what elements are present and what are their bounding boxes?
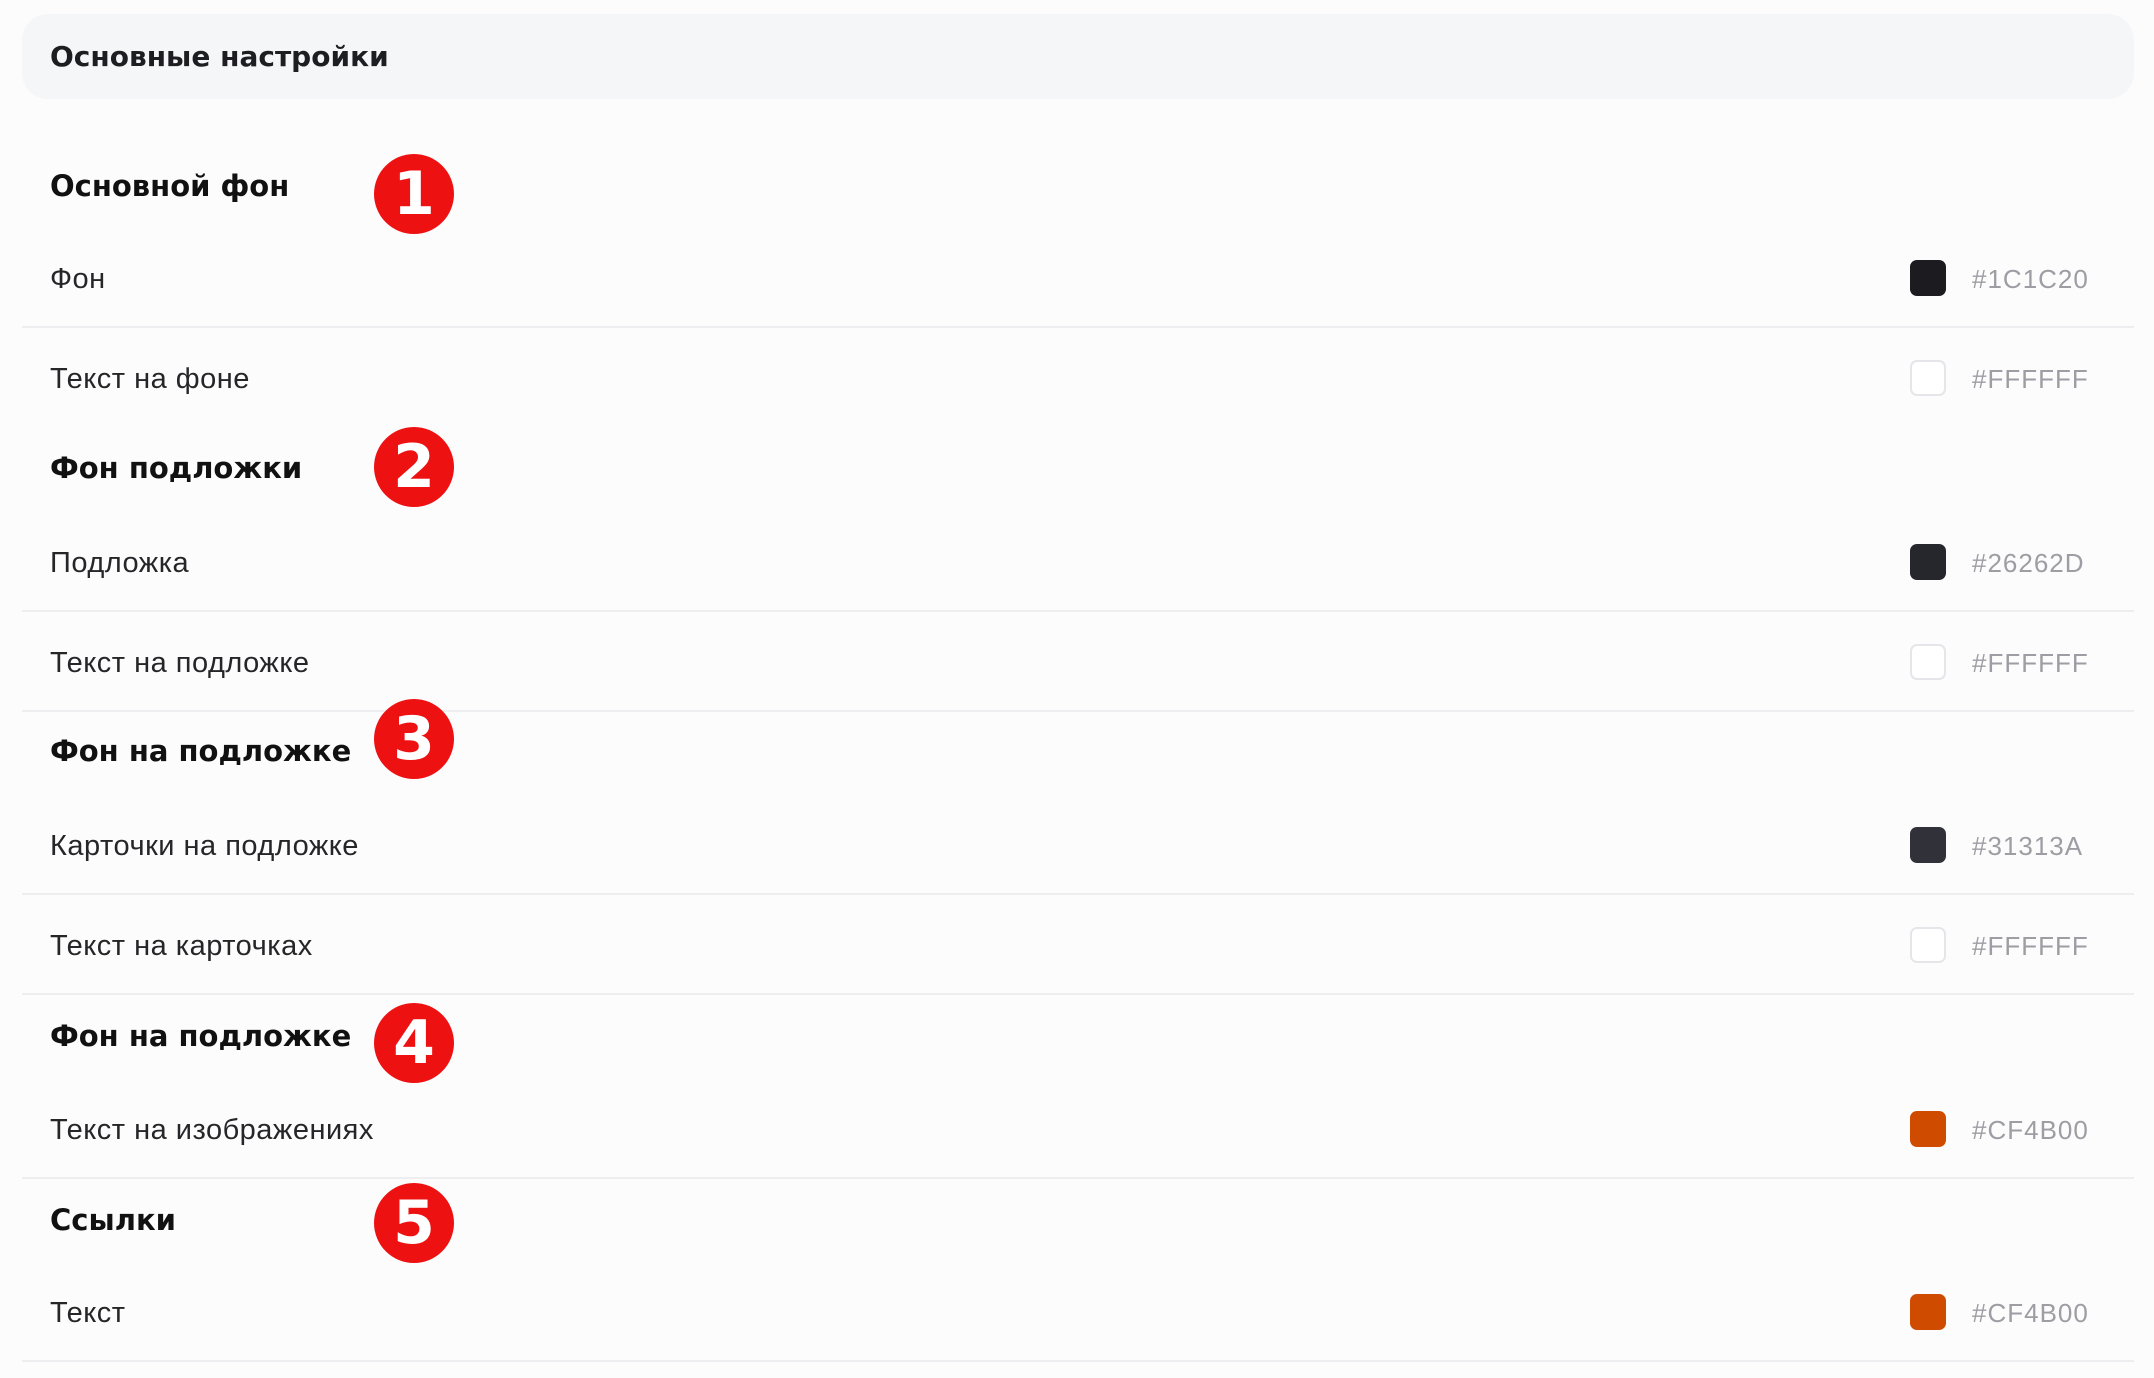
color-swatch[interactable] <box>1910 1294 1946 1330</box>
color-hex-value[interactable]: #FFFFFF <box>1972 614 2089 712</box>
color-row-label: Текст <box>50 1296 126 1329</box>
color-row-text-on-images[interactable]: Текст на изображениях #CF4B00 <box>22 1081 2134 1179</box>
color-swatch[interactable] <box>1910 544 1946 580</box>
annotation-badge-1: 1 <box>374 154 454 234</box>
annotation-badge-2: 2 <box>374 427 454 507</box>
color-swatch[interactable] <box>1910 644 1946 680</box>
color-row-text-on-substrate[interactable]: Текст на подложке #FFFFFF <box>22 614 2134 712</box>
color-swatch[interactable] <box>1910 360 1946 396</box>
color-row-label: Фон <box>50 262 106 295</box>
section-title-images-background: Фон на подложке <box>50 1019 352 1053</box>
color-hex-value[interactable]: #26262D <box>1972 514 2085 612</box>
annotation-badge-5: 5 <box>374 1183 454 1263</box>
color-row-label: Текст на фоне <box>50 362 250 395</box>
color-row-label: Карточки на подложке <box>50 829 359 862</box>
color-row-label: Текст на изображениях <box>50 1113 374 1146</box>
color-swatch[interactable] <box>1910 260 1946 296</box>
color-row-label: Текст на подложке <box>50 646 310 679</box>
settings-panel-header[interactable]: Основные настройки <box>22 14 2134 99</box>
color-hex-value[interactable]: #FFFFFF <box>1972 330 2089 428</box>
section-title-substrate-background: Фон подложки <box>50 451 303 485</box>
color-row-label: Текст на карточках <box>50 929 313 962</box>
color-row-background[interactable]: Фон #1C1C20 <box>22 230 2134 328</box>
color-hex-value[interactable]: #FFFFFF <box>1972 897 2089 995</box>
annotation-badge-3: 3 <box>374 699 454 779</box>
color-row-link-text[interactable]: Текст #CF4B00 <box>22 1264 2134 1362</box>
section-title-links: Ссылки <box>50 1203 176 1237</box>
color-hex-value[interactable]: #31313A <box>1972 797 2083 895</box>
color-row-cards-on-substrate[interactable]: Карточки на подложке #31313A <box>22 797 2134 895</box>
color-hex-value[interactable]: #CF4B00 <box>1972 1264 2089 1362</box>
color-row-text-on-background[interactable]: Текст на фоне #FFFFFF <box>22 330 2134 428</box>
annotation-badge-4: 4 <box>374 1003 454 1083</box>
color-row-label: Подложка <box>50 546 190 579</box>
color-swatch[interactable] <box>1910 927 1946 963</box>
panel-title: Основные настройки <box>50 40 389 73</box>
color-row-substrate[interactable]: Подложка #26262D <box>22 514 2134 612</box>
color-swatch[interactable] <box>1910 827 1946 863</box>
color-hex-value[interactable]: #CF4B00 <box>1972 1081 2089 1179</box>
color-hex-value[interactable]: #1C1C20 <box>1972 230 2089 328</box>
section-title-main-background: Основной фон <box>50 169 290 203</box>
color-row-text-on-cards[interactable]: Текст на карточках #FFFFFF <box>22 897 2134 995</box>
color-swatch[interactable] <box>1910 1111 1946 1147</box>
section-title-cards-background: Фон на подложке <box>50 734 352 768</box>
